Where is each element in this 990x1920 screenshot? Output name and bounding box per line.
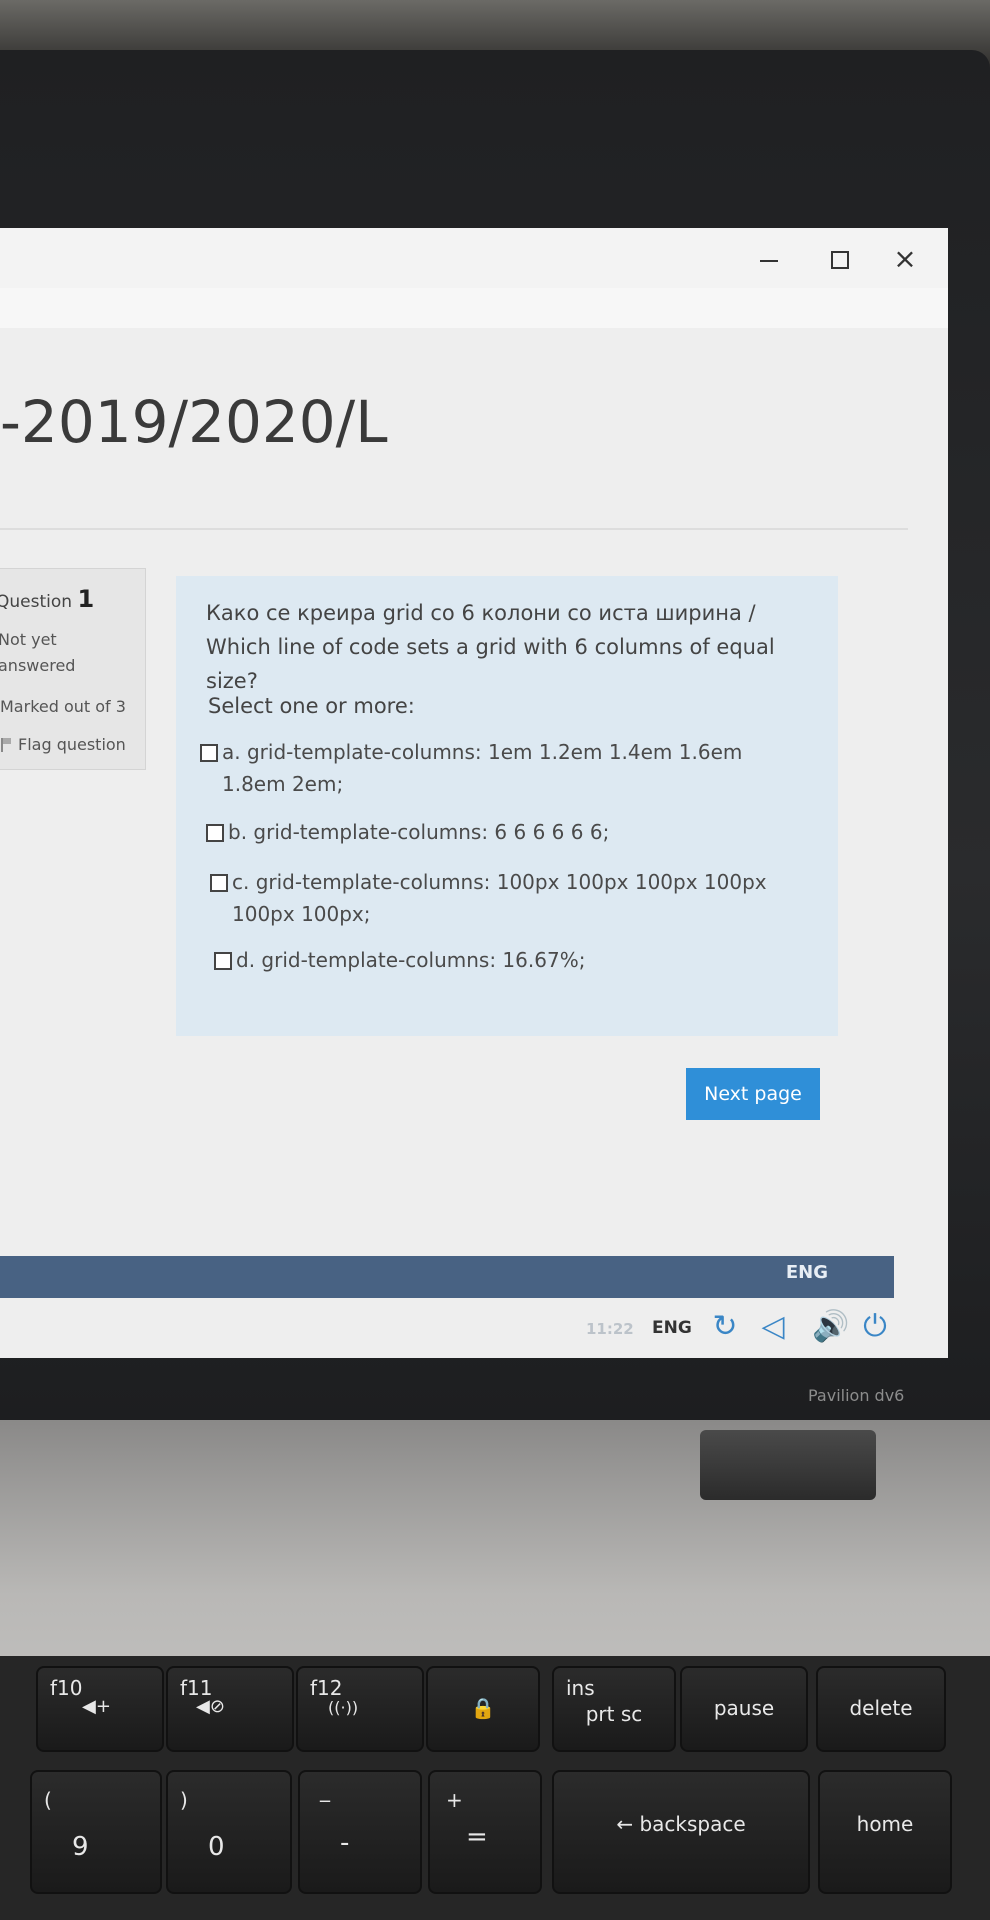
key-0-label: 0 — [208, 1832, 225, 1862]
option-c-checkbox[interactable] — [210, 874, 228, 892]
window-titlebar: × — [0, 228, 948, 289]
key-prt-sc-label: prt sc — [585, 1702, 643, 1726]
hinge — [700, 1430, 876, 1500]
key-minus-shift-label: _ — [320, 1778, 330, 1802]
language-indicator[interactable]: ENG — [786, 1262, 828, 1283]
maximize-icon[interactable] — [826, 246, 852, 272]
key-home[interactable]: home — [818, 1770, 952, 1894]
page-header — [0, 288, 948, 328]
flag-icon — [0, 738, 12, 752]
laptop-screen: × -2019/2020/L Question 1 Not yet answer… — [0, 228, 948, 1358]
key-pause[interactable]: pause — [680, 1666, 808, 1752]
power-icon[interactable]: ⏻ — [858, 1310, 892, 1344]
key-prt-sc[interactable]: ins prt sc — [552, 1666, 676, 1752]
key-minus-label: - — [340, 1828, 350, 1858]
question-info-panel: Question 1 Not yet answered Marked out o… — [0, 568, 146, 770]
lock-icon: 🔒 — [470, 1696, 496, 1720]
question-marks: Marked out of 3 — [0, 697, 126, 716]
key-equals[interactable]: + = — [428, 1770, 542, 1894]
key-f11[interactable]: f11 ◀⊘ — [166, 1666, 294, 1752]
key-minus[interactable]: _ - — [298, 1770, 422, 1894]
question-state: Not yet answered — [0, 627, 75, 679]
flag-question-link[interactable]: Flag question — [0, 735, 126, 754]
option-b-checkbox[interactable] — [206, 824, 224, 842]
answer-option-b[interactable]: b. grid-template-columns: 6 6 6 6 6 6; — [206, 816, 768, 848]
key-f12[interactable]: f12 ((·)) — [296, 1666, 424, 1752]
taskbar-band: ENG — [0, 1256, 894, 1298]
key-9-label: 9 — [72, 1832, 89, 1862]
key-f12-label: f12 — [310, 1676, 343, 1700]
option-b-label[interactable]: b. grid-template-columns: 6 6 6 6 6 6; — [228, 820, 609, 844]
system-tray: 11:22 ENG ↻ ◁ 🔊 ⏻ — [0, 1306, 900, 1352]
answer-option-c[interactable]: c. grid-template-columns: 100px 100px 10… — [210, 866, 772, 930]
state-line-2: answered — [0, 656, 76, 675]
volume-up-icon: ◀+ — [82, 1696, 111, 1717]
course-title: -2019/2020/L — [0, 388, 388, 456]
back-icon[interactable]: ◁ — [756, 1310, 790, 1344]
key-pause-label: pause — [713, 1696, 775, 1720]
key-0[interactable]: ) 0 — [166, 1770, 292, 1894]
key-9-shift-label: ( — [44, 1788, 52, 1812]
key-lock[interactable]: 🔒 — [426, 1666, 540, 1752]
state-line-1: Not yet — [0, 630, 57, 649]
tray-language[interactable]: ENG — [652, 1318, 692, 1338]
mute-icon: ◀⊘ — [196, 1696, 225, 1717]
flag-label: Flag question — [18, 735, 126, 754]
key-f10-label: f10 — [50, 1676, 83, 1700]
key-ins-label: ins — [566, 1676, 595, 1700]
device-brand: Pavilion dv6 — [808, 1386, 905, 1405]
question-label: Question — [0, 592, 73, 612]
answer-prompt: Select one or more: — [208, 694, 415, 718]
option-d-checkbox[interactable] — [214, 952, 232, 970]
next-page-button[interactable]: Next page — [686, 1068, 820, 1120]
key-0-shift-label: ) — [180, 1788, 188, 1812]
close-icon[interactable]: × — [892, 245, 918, 273]
key-equals-label: = — [466, 1822, 488, 1852]
question-number-value: 1 — [77, 585, 95, 613]
key-backspace-label: ← backspace — [616, 1812, 746, 1836]
question-box: Како се креира grid со 6 колони со иста … — [176, 576, 838, 1036]
answer-option-d[interactable]: d. grid-template-columns: 16.67%; — [214, 944, 776, 976]
divider — [0, 528, 908, 530]
option-d-label[interactable]: d. grid-template-columns: 16.67%; — [236, 948, 585, 972]
key-home-label: home — [856, 1812, 914, 1836]
key-9[interactable]: ( 9 — [30, 1770, 162, 1894]
minimize-icon[interactable] — [756, 246, 782, 272]
option-a-label[interactable]: a. grid-template-columns: 1em 1.2em 1.4e… — [222, 740, 742, 796]
question-text: Како се креира grid со 6 колони со иста … — [206, 601, 775, 693]
refresh-icon[interactable]: ↻ — [708, 1310, 742, 1344]
key-backspace[interactable]: ← backspace — [552, 1770, 810, 1894]
option-a-checkbox[interactable] — [200, 744, 218, 762]
question-number: Question 1 — [0, 585, 94, 613]
volume-icon[interactable]: 🔊 — [812, 1310, 849, 1344]
wireless-icon: ((·)) — [328, 1698, 359, 1717]
clock[interactable]: 11:22 — [586, 1320, 634, 1338]
option-c-label[interactable]: c. grid-template-columns: 100px 100px 10… — [232, 870, 767, 926]
key-f10[interactable]: f10 ◀+ — [36, 1666, 164, 1752]
key-equals-shift-label: + — [446, 1788, 463, 1812]
answer-option-a[interactable]: a. grid-template-columns: 1em 1.2em 1.4e… — [200, 736, 762, 800]
key-delete[interactable]: delete — [816, 1666, 946, 1752]
key-delete-label: delete — [849, 1696, 913, 1720]
